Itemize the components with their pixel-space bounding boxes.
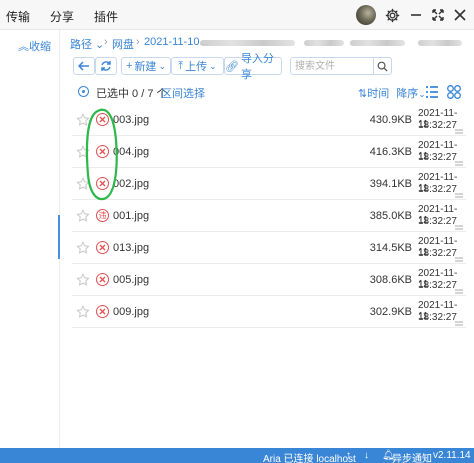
plus-icon: + bbox=[126, 60, 133, 72]
error-status-icon bbox=[96, 177, 109, 190]
collapse-label: 收缩 bbox=[29, 41, 51, 53]
error-status-icon bbox=[96, 273, 109, 286]
file-name[interactable]: 009.jpg bbox=[113, 306, 149, 318]
fullscreen-icon[interactable] bbox=[430, 6, 446, 24]
top-bar: 传输 分享 插件 bbox=[0, 0, 474, 30]
search-input[interactable] bbox=[290, 57, 374, 75]
status-bar: Aria 已连接 localhost ↑ ↓ 🔔︎ 异步通知 v2.11.14 bbox=[0, 448, 474, 463]
row-menu-icon[interactable] bbox=[452, 160, 466, 168]
sort-control[interactable]: ⇅时间 降序⌄ bbox=[358, 85, 426, 101]
file-name[interactable]: 005.jpg bbox=[113, 274, 149, 286]
select-all-radio[interactable] bbox=[78, 86, 89, 97]
file-row[interactable]: 违 001.jpg 385.0KB 2021-11-11 18:32:27 bbox=[72, 200, 466, 232]
chevron-down-icon: ⌄ bbox=[209, 60, 217, 71]
file-row[interactable]: 005.jpg 308.6KB 2021-11-11 18:32:27 bbox=[72, 264, 466, 296]
file-size: 308.6KB bbox=[369, 274, 412, 286]
refresh-icon bbox=[101, 61, 111, 71]
file-name[interactable]: 001.jpg bbox=[113, 210, 149, 222]
star-icon[interactable] bbox=[76, 305, 90, 319]
file-size: 385.0KB bbox=[369, 210, 412, 222]
redacted-path bbox=[200, 40, 295, 46]
grid-view-icon[interactable] bbox=[446, 84, 462, 100]
row-menu-icon[interactable] bbox=[452, 256, 466, 264]
row-menu-icon[interactable] bbox=[452, 224, 466, 232]
error-status-icon bbox=[96, 113, 109, 126]
file-name[interactable]: 003.jpg bbox=[113, 114, 149, 126]
import-share-button[interactable]: 🔗︎ 导入分享 bbox=[224, 53, 282, 81]
sync-notice[interactable]: 异步通知 bbox=[392, 450, 432, 463]
search-button[interactable] bbox=[373, 57, 392, 75]
selection-count: 已选中 0 / 7 个 bbox=[96, 88, 168, 100]
file-row[interactable]: 004.jpg 416.3KB 2021-11-11 18:32:27 bbox=[72, 136, 466, 168]
file-size: 314.5KB bbox=[369, 242, 412, 254]
error-status-icon bbox=[96, 241, 109, 254]
double-chevron-up-icon: ︽ bbox=[18, 41, 29, 53]
sort-field: 时间 bbox=[367, 88, 390, 100]
gear-icon[interactable] bbox=[384, 6, 400, 24]
breadcrumb-netdisk[interactable]: 网盘 bbox=[112, 36, 134, 52]
collapse-button[interactable]: ︽收缩 bbox=[18, 38, 51, 54]
upload-icon: ⤒ bbox=[178, 59, 184, 72]
error-status-icon bbox=[96, 145, 109, 158]
arrow-down-icon: ↓ bbox=[364, 450, 369, 461]
breadcrumb-path[interactable]: 路径 ⌄ bbox=[70, 36, 104, 52]
file-size: 302.9KB bbox=[369, 306, 412, 318]
star-icon[interactable] bbox=[76, 273, 90, 287]
link-icon: 🔗︎ bbox=[225, 60, 239, 73]
row-menu-icon[interactable] bbox=[452, 320, 466, 328]
breadcrumb-folder[interactable]: 2021-11-10... bbox=[144, 36, 209, 48]
file-name[interactable]: 002.jpg bbox=[113, 178, 149, 190]
version: v2.11.14 bbox=[433, 450, 471, 461]
file-row[interactable]: 002.jpg 394.1KB 2021-11-11 18:32:27 bbox=[72, 168, 466, 200]
close-icon[interactable] bbox=[452, 6, 468, 24]
chevron-right-icon: › bbox=[136, 36, 140, 48]
error-status-icon bbox=[96, 305, 109, 318]
sort-icon: ⇅ bbox=[358, 88, 368, 100]
redacted-path bbox=[304, 40, 344, 46]
list-view-icon[interactable] bbox=[424, 84, 440, 100]
menu-share[interactable]: 分享 bbox=[50, 8, 74, 25]
sort-order: 降序 bbox=[396, 88, 419, 100]
refresh-button[interactable] bbox=[95, 57, 117, 75]
arrow-left-icon bbox=[78, 61, 89, 71]
upload-button[interactable]: ⤒ 上传 ⌄ bbox=[171, 57, 224, 75]
row-menu-icon[interactable] bbox=[452, 128, 466, 136]
file-name[interactable]: 013.jpg bbox=[113, 242, 149, 254]
file-row[interactable]: 003.jpg 430.9KB 2021-11-11 18:32:27 bbox=[72, 104, 466, 136]
file-row[interactable]: 009.jpg 302.9KB 2021-11-11 18:32:27 bbox=[72, 296, 466, 328]
file-size: 394.1KB bbox=[369, 178, 412, 190]
file-size: 430.9KB bbox=[369, 114, 412, 126]
star-icon[interactable] bbox=[76, 113, 90, 127]
search-icon bbox=[377, 61, 388, 72]
row-menu-icon[interactable] bbox=[452, 192, 466, 200]
aria-status: Aria 已连接 localhost bbox=[263, 454, 356, 463]
range-select-button[interactable]: 区间选择 bbox=[161, 85, 205, 101]
file-row[interactable]: 013.jpg 314.5KB 2021-11-11 18:32:27 bbox=[72, 232, 466, 264]
star-icon[interactable] bbox=[76, 177, 90, 191]
minimize-icon[interactable] bbox=[408, 6, 424, 24]
menu-transfer[interactable]: 传输 bbox=[6, 8, 30, 25]
chevron-right-icon: › bbox=[104, 36, 108, 48]
violation-status-icon: 违 bbox=[96, 209, 109, 222]
back-button[interactable] bbox=[73, 57, 95, 75]
chevron-down-icon: ⌄ bbox=[158, 60, 166, 71]
star-icon[interactable] bbox=[76, 145, 90, 159]
chevron-down-icon: ⌄ bbox=[92, 39, 105, 51]
file-name[interactable]: 004.jpg bbox=[113, 146, 149, 158]
avatar[interactable] bbox=[356, 5, 376, 25]
new-button[interactable]: + 新建 ⌄ bbox=[121, 57, 171, 75]
star-icon[interactable] bbox=[76, 209, 90, 223]
arrow-up-icon: ↑ bbox=[346, 450, 351, 461]
row-menu-icon[interactable] bbox=[452, 288, 466, 296]
redacted-path bbox=[350, 40, 405, 46]
redacted-path bbox=[418, 40, 462, 46]
sidebar-active-indicator bbox=[58, 215, 60, 259]
star-icon[interactable] bbox=[76, 241, 90, 255]
menu-plugins[interactable]: 插件 bbox=[94, 8, 118, 25]
sidebar: ︽收缩 bbox=[0, 30, 60, 448]
file-size: 416.3KB bbox=[369, 146, 412, 158]
